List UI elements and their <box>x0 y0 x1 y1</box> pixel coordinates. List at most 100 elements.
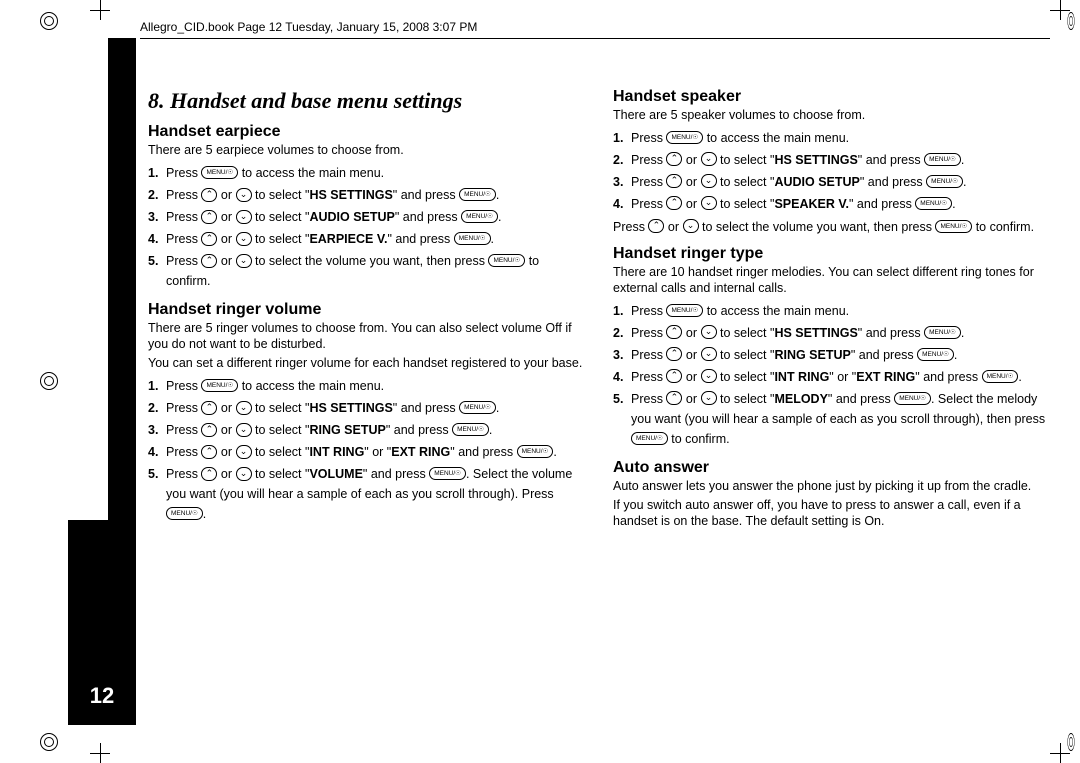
down-button-icon: ⌄ <box>236 401 252 415</box>
section-title: Handset ringer volume <box>148 301 585 319</box>
menu-button-icon: MENU/☉ <box>452 423 489 436</box>
step-item: 3.Press ⌃ or ⌄ to select "AUDIO SETUP" a… <box>148 207 585 227</box>
menu-button-icon: MENU/☉ <box>926 175 963 188</box>
step-item: 1.Press MENU/☉ to access the main menu. <box>148 376 585 396</box>
section-desc: There are 5 earpiece volumes to choose f… <box>148 143 585 159</box>
section-desc: Auto answer lets you answer the phone ju… <box>613 479 1050 495</box>
registration-mark <box>40 372 58 390</box>
down-button-icon: ⌄ <box>701 196 717 210</box>
step-item: 3.Press ⌃ or ⌄ to select "AUDIO SETUP" a… <box>613 172 1050 192</box>
up-button-icon: ⌃ <box>201 210 217 224</box>
up-button-icon: ⌃ <box>201 445 217 459</box>
up-button-icon: ⌃ <box>666 196 682 210</box>
step-item: 4.Press ⌃ or ⌄ to select "INT RING" or "… <box>148 442 585 462</box>
step-item: 4.Press ⌃ or ⌄ to select "SPEAKER V." an… <box>613 194 1050 214</box>
menu-button-icon: MENU/☉ <box>915 197 952 210</box>
menu-button-icon: MENU/☉ <box>454 232 491 245</box>
up-button-icon: ⌃ <box>201 467 217 481</box>
menu-button-icon: MENU/☉ <box>631 432 668 445</box>
step-item: 2.Press ⌃ or ⌄ to select "HS SETTINGS" a… <box>613 323 1050 343</box>
step-item: 4.Press ⌃ or ⌄ to select "EARPIECE V." a… <box>148 229 585 249</box>
registration-mark <box>1067 12 1074 30</box>
menu-button-icon: MENU/☉ <box>459 401 496 414</box>
menu-button-icon: MENU/☉ <box>488 254 525 267</box>
menu-button-icon: MENU/☉ <box>201 166 238 179</box>
up-button-icon: ⌃ <box>201 188 217 202</box>
up-button-icon: ⌃ <box>201 232 217 246</box>
down-button-icon: ⌄ <box>701 347 717 361</box>
menu-button-icon: MENU/☉ <box>517 445 554 458</box>
up-button-icon: ⌃ <box>201 423 217 437</box>
step-list: 1.Press MENU/☉ to access the main menu. … <box>613 301 1050 449</box>
menu-button-icon: MENU/☉ <box>924 326 961 339</box>
down-button-icon: ⌄ <box>701 152 717 166</box>
section-desc: There are 5 speaker volumes to choose fr… <box>613 108 1050 124</box>
step-item: 2.Press ⌃ or ⌄ to select "HS SETTINGS" a… <box>148 185 585 205</box>
page-body: 8. Handset and base menu settings Handse… <box>148 88 1050 743</box>
menu-button-icon: MENU/☉ <box>429 467 466 480</box>
up-button-icon: ⌃ <box>201 254 217 268</box>
menu-button-icon: MENU/☉ <box>935 220 972 233</box>
section-title: Handset speaker <box>613 88 1050 106</box>
up-button-icon: ⌃ <box>648 219 664 233</box>
menu-button-icon: MENU/☉ <box>666 131 703 144</box>
down-button-icon: ⌄ <box>236 445 252 459</box>
registration-mark <box>40 12 58 30</box>
column-left: 8. Handset and base menu settings Handse… <box>148 88 585 743</box>
step-item: 3.Press ⌃ or ⌄ to select "RING SETUP" an… <box>613 345 1050 365</box>
paragraph: Press ⌃ or ⌄ to select the volume you wa… <box>613 220 1050 236</box>
step-item: 5.Press ⌃ or ⌄ to select "VOLUME" and pr… <box>148 464 585 524</box>
crop-mark <box>90 0 110 20</box>
up-button-icon: ⌃ <box>666 325 682 339</box>
down-button-icon: ⌄ <box>236 232 252 246</box>
up-button-icon: ⌃ <box>666 347 682 361</box>
step-item: 5.Press ⌃ or ⌄ to select "MELODY" and pr… <box>613 389 1050 449</box>
up-button-icon: ⌃ <box>201 401 217 415</box>
step-list: 1.Press MENU/☉ to access the main menu. … <box>148 163 585 291</box>
page-number: 12 <box>68 520 136 725</box>
down-button-icon: ⌄ <box>236 467 252 481</box>
step-item: 4.Press ⌃ or ⌄ to select "INT RING" or "… <box>613 367 1050 387</box>
chapter-title: 8. Handset and base menu settings <box>148 88 585 113</box>
menu-button-icon: MENU/☉ <box>924 153 961 166</box>
down-button-icon: ⌄ <box>236 188 252 202</box>
menu-button-icon: MENU/☉ <box>917 348 954 361</box>
down-button-icon: ⌄ <box>236 210 252 224</box>
section-title: Handset ringer type <box>613 245 1050 263</box>
menu-button-icon: MENU/☉ <box>894 392 931 405</box>
section-desc: If you switch auto answer off, you have … <box>613 498 1050 529</box>
up-button-icon: ⌃ <box>666 152 682 166</box>
section-title: Handset earpiece <box>148 123 585 141</box>
down-button-icon: ⌄ <box>701 174 717 188</box>
up-button-icon: ⌃ <box>666 391 682 405</box>
step-list: 1.Press MENU/☉ to access the main menu. … <box>613 128 1050 214</box>
down-button-icon: ⌄ <box>701 369 717 383</box>
registration-mark <box>40 733 58 751</box>
crop-mark <box>90 743 110 763</box>
page-header: Allegro_CID.book Page 12 Tuesday, Januar… <box>140 20 1050 37</box>
up-button-icon: ⌃ <box>666 369 682 383</box>
step-item: 1.Press MENU/☉ to access the main menu. <box>613 301 1050 321</box>
menu-button-icon: MENU/☉ <box>459 188 496 201</box>
step-item: 1.Press MENU/☉ to access the main menu. <box>148 163 585 183</box>
down-button-icon: ⌄ <box>701 391 717 405</box>
step-item: 3.Press ⌃ or ⌄ to select "RING SETUP" an… <box>148 420 585 440</box>
step-item: 1.Press MENU/☉ to access the main menu. <box>613 128 1050 148</box>
menu-button-icon: MENU/☉ <box>666 304 703 317</box>
down-button-icon: ⌄ <box>236 254 252 268</box>
down-button-icon: ⌄ <box>683 219 699 233</box>
menu-button-icon: MENU/☉ <box>201 379 238 392</box>
menu-button-icon: MENU/☉ <box>461 210 498 223</box>
section-title: Auto answer <box>613 459 1050 477</box>
step-item: 2.Press ⌃ or ⌄ to select "HS SETTINGS" a… <box>148 398 585 418</box>
step-list: 1.Press MENU/☉ to access the main menu. … <box>148 376 585 524</box>
menu-button-icon: MENU/☉ <box>166 507 203 520</box>
section-desc: You can set a different ringer volume fo… <box>148 356 585 372</box>
section-desc: There are 5 ringer volumes to choose fro… <box>148 321 585 352</box>
section-desc: There are 10 handset ringer melodies. Yo… <box>613 265 1050 296</box>
registration-mark <box>1067 733 1074 751</box>
down-button-icon: ⌄ <box>236 423 252 437</box>
menu-button-icon: MENU/☉ <box>982 370 1019 383</box>
up-button-icon: ⌃ <box>666 174 682 188</box>
step-item: 5.Press ⌃ or ⌄ to select the volume you … <box>148 251 585 291</box>
